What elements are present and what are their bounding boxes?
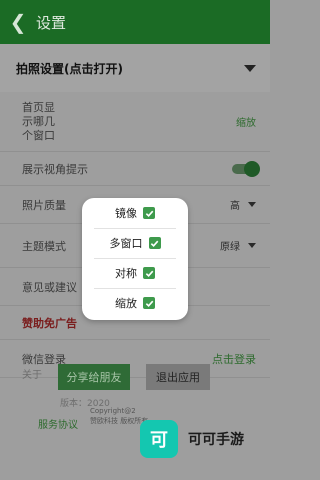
option-label: 对称 xyxy=(115,267,137,280)
copyright-line1: Copyright@2 xyxy=(90,407,136,415)
view-angle-label: 展示视角提示 xyxy=(22,162,88,176)
option-label: 镜像 xyxy=(115,207,137,220)
home-window-value: 缩放 xyxy=(236,118,256,129)
app-bar: ❮ 设置 xyxy=(0,0,270,44)
watermark: 可 可可手游 xyxy=(140,420,244,458)
share-button[interactable]: 分享给朋友 xyxy=(58,364,130,390)
service-agreement-link[interactable]: 服务协议 xyxy=(38,416,78,431)
chevron-left-icon[interactable]: ❮ xyxy=(0,0,36,44)
theme-value: 原绿 xyxy=(220,242,240,253)
checkbox-checked-icon[interactable] xyxy=(143,267,155,279)
theme-label: 主题模式 xyxy=(22,239,66,253)
view-angle-toggle[interactable] xyxy=(232,160,260,177)
exit-button[interactable]: 退出应用 xyxy=(146,364,210,390)
checkbox-checked-icon[interactable] xyxy=(143,207,155,219)
option-label: 多窗口 xyxy=(109,237,143,250)
photo-quality-value: 高 xyxy=(230,201,240,212)
sponsor-label: 赞助免广告 xyxy=(22,316,77,330)
feedback-label: 意见或建议 xyxy=(22,280,77,294)
theme-select[interactable]: 原绿 xyxy=(220,238,256,253)
view-angle-row[interactable]: 展示视角提示 xyxy=(0,152,270,186)
option-symmetry[interactable]: 对称 xyxy=(82,258,188,289)
home-window-label-line2: 示哪几 xyxy=(22,114,55,128)
dropdown-icon xyxy=(248,243,256,248)
photo-quality-label: 照片质量 xyxy=(22,198,66,212)
checkbox-checked-icon[interactable] xyxy=(148,237,161,249)
brand-logo: 可 xyxy=(140,420,178,458)
option-zoom[interactable]: 缩放 xyxy=(82,288,188,318)
brand-logo-text: 可 xyxy=(150,430,168,451)
photo-quality-select[interactable]: 高 xyxy=(230,197,256,212)
checkbox-checked-icon[interactable] xyxy=(143,297,155,309)
about-label: 关于 xyxy=(22,370,42,381)
brand-name: 可可手游 xyxy=(188,432,244,448)
window-options-dialog: 镜像 多窗口 对称 缩放 xyxy=(82,198,188,320)
home-window-row[interactable]: 首页显 示哪几 个窗口 缩放 xyxy=(0,92,270,152)
triangle-down-icon xyxy=(244,64,256,72)
page-title: 设置 xyxy=(36,13,67,32)
home-window-label-line1: 首页显 xyxy=(22,100,55,114)
photo-settings-label: 拍照设置(点击打开) xyxy=(16,61,123,76)
option-multi-window[interactable]: 多窗口 xyxy=(82,228,188,259)
home-window-label-line3: 个窗口 xyxy=(22,128,55,142)
option-label: 缩放 xyxy=(115,297,137,310)
dropdown-icon xyxy=(248,202,256,207)
option-mirror[interactable]: 镜像 xyxy=(82,198,188,229)
photo-settings-header[interactable]: 拍照设置(点击打开) xyxy=(0,44,270,92)
